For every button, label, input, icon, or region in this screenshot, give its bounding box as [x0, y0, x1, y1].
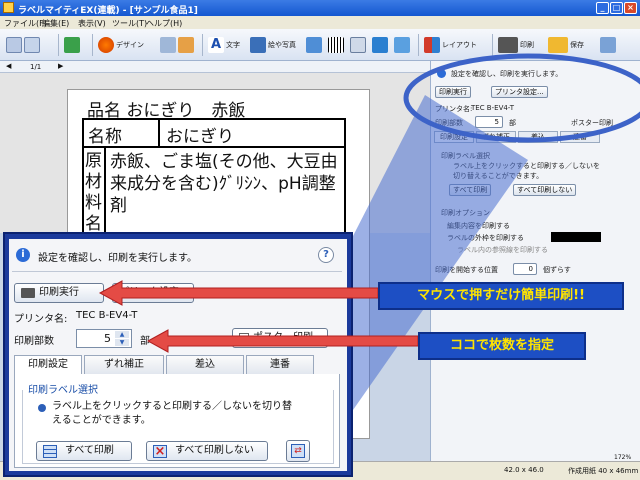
callout-one-click: マウスで押すだけ簡単印刷!! [378, 282, 624, 310]
arrow-to-copies [146, 329, 419, 353]
arrow-to-print-button [98, 280, 379, 306]
callout-copies: ココで枚数を指定 [418, 332, 586, 360]
annotation-arrows [98, 280, 419, 353]
